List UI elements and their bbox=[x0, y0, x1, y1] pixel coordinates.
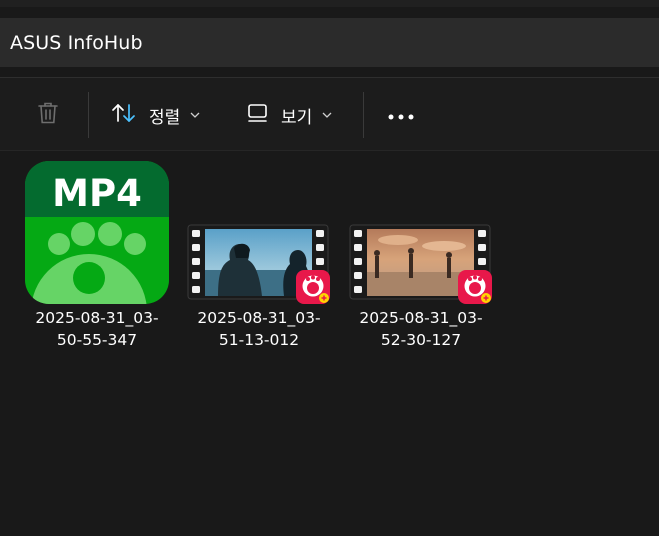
file-name-line: 50-55-347 bbox=[56, 331, 138, 349]
view-monitor-icon bbox=[246, 103, 270, 128]
file-name-line: 52-30-127 bbox=[380, 331, 462, 349]
window-top-strip bbox=[0, 0, 659, 7]
divider bbox=[0, 150, 659, 151]
file-name-line: 2025-08-31_03- bbox=[197, 309, 321, 327]
address-bar[interactable]: ASUS InfoHub bbox=[0, 18, 659, 67]
file-name-line: 2025-08-31_03- bbox=[359, 309, 483, 327]
view-button[interactable]: 보기 bbox=[246, 96, 332, 134]
file-name: 2025-08-31_03- 52-30-127 bbox=[346, 307, 496, 351]
chevron-down-icon bbox=[322, 112, 332, 118]
file-name-line: 51-13-012 bbox=[218, 331, 300, 349]
view-label: 보기 bbox=[281, 107, 313, 128]
more-dots-icon bbox=[388, 105, 414, 125]
sort-label: 정렬 bbox=[149, 107, 181, 128]
toolbar-divider bbox=[88, 92, 89, 138]
sort-button[interactable]: 정렬 bbox=[110, 96, 200, 134]
chevron-down-icon bbox=[190, 112, 200, 118]
mp4-badge-text: MP4 bbox=[52, 172, 142, 215]
trash-icon bbox=[37, 101, 59, 130]
video-thumbnail bbox=[184, 160, 334, 306]
file-item[interactable]: MP4 2025-08-31_03- 50-55-347 bbox=[22, 160, 172, 351]
file-name-line: 2025-08-31_03- bbox=[35, 309, 159, 327]
video-thumbnail bbox=[346, 160, 496, 306]
toolbar-divider bbox=[363, 92, 364, 138]
file-item[interactable]: 2025-08-31_03- 52-30-127 bbox=[346, 160, 496, 351]
file-name: 2025-08-31_03- 50-55-347 bbox=[22, 307, 172, 351]
mp4-file-icon: MP4 bbox=[22, 160, 172, 306]
file-item[interactable]: 2025-08-31_03- 51-13-012 bbox=[184, 160, 334, 351]
sort-arrows-icon bbox=[110, 102, 138, 129]
address-title: ASUS InfoHub bbox=[10, 31, 143, 54]
delete-button[interactable] bbox=[30, 96, 66, 134]
command-bar: 정렬 보기 bbox=[0, 78, 659, 150]
more-options-button[interactable] bbox=[384, 96, 418, 134]
file-name: 2025-08-31_03- 51-13-012 bbox=[184, 307, 334, 351]
